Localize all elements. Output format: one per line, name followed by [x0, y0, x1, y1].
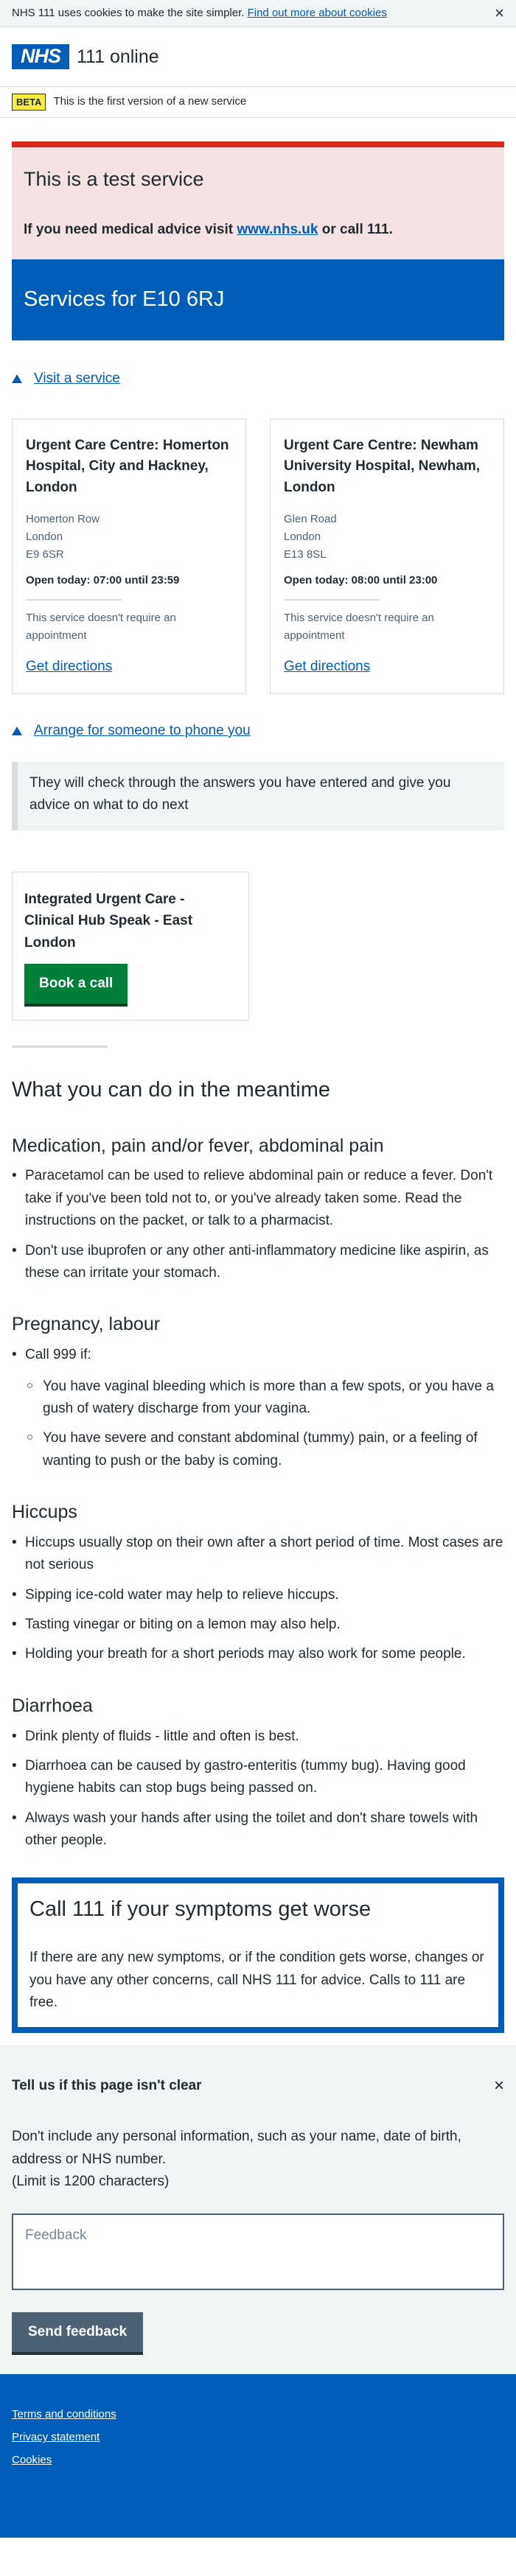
- service-card: Urgent Care Centre: Homerton Hospital, C…: [12, 418, 246, 695]
- test-service-text-after: or call 111.: [321, 221, 393, 237]
- list-item: Always wash your hands after using the t…: [12, 1807, 504, 1852]
- nhs-logo[interactable]: NHS: [12, 44, 69, 69]
- feedback-textarea[interactable]: Feedback: [12, 2213, 504, 2291]
- service-cards: Urgent Care Centre: Homerton Hospital, C…: [12, 418, 504, 695]
- sub-list-item: You have vaginal bleeding which is more …: [27, 1376, 504, 1421]
- call-service-card: Integrated Urgent Care - Clinical Hub Sp…: [12, 871, 249, 1021]
- feedback-hint-text: Don't include any personal information, …: [12, 2129, 461, 2167]
- service-name: 111 online: [77, 46, 159, 67]
- cookie-close-icon[interactable]: ×: [495, 5, 504, 21]
- advice-heading: Pregnancy, labour: [12, 1314, 161, 1335]
- sub-list-item: You have severe and constant abdominal (…: [27, 1427, 504, 1472]
- cookie-text: NHS 111 uses cookies to make the site si…: [12, 6, 245, 19]
- feedback-header: Tell us if this page isn't clear ×: [12, 2076, 504, 2096]
- phone-toggle[interactable]: Arrange for someone to phone you: [12, 721, 504, 741]
- advice-list: Drink plenty of fluids - little and ofte…: [12, 1726, 504, 1852]
- page-title: Services for E10 6RJ: [24, 287, 225, 312]
- care-card-header: Call 111 if your symptoms get worse: [18, 1883, 498, 1934]
- service-card: Urgent Care Centre: Newham University Ho…: [270, 418, 504, 695]
- advice-list: Hiccups usually stop on their own after …: [12, 1532, 504, 1666]
- advice-heading: Diarrhoea: [12, 1695, 93, 1716]
- service-name: Urgent Care Centre: Homerton Hospital, C…: [26, 437, 229, 496]
- arrange-call-link[interactable]: Arrange for someone to phone you: [34, 721, 251, 741]
- advice-list: Call 999 if: You have vaginal bleeding w…: [12, 1344, 504, 1472]
- feedback-hint: Don't include any personal information, …: [12, 2126, 504, 2193]
- test-service-title: This is a test service: [24, 168, 204, 190]
- test-service-text: If you need medical advice visit www.nhs…: [24, 220, 492, 240]
- divider: [26, 599, 122, 601]
- test-service-text-before: If you need medical advice visit: [24, 221, 234, 237]
- triangle-up-icon: [12, 727, 22, 736]
- site-header: NHS 111 online: [0, 27, 516, 87]
- services-banner: Services for E10 6RJ: [12, 259, 504, 340]
- visit-service-link[interactable]: Visit a service: [34, 368, 120, 389]
- list-item: Call 999 if: You have vaginal bleeding w…: [12, 1344, 504, 1472]
- cookie-info-link[interactable]: Find out more about cookies: [248, 7, 387, 19]
- list-item: Sipping ice-cold water may help to relie…: [12, 1584, 504, 1607]
- cookie-message: NHS 111 uses cookies to make the site si…: [12, 5, 387, 21]
- appointment-note: This service doesn't require an appointm…: [26, 612, 176, 643]
- beta-tag: BETA: [12, 93, 46, 111]
- book-call-button[interactable]: Book a call: [24, 964, 128, 1007]
- address-line: London: [284, 531, 321, 544]
- triangle-up-icon: [12, 374, 22, 383]
- feedback-title: Tell us if this page isn't clear: [12, 2078, 202, 2094]
- care-card-body: If there are any new symptoms, or if the…: [29, 1950, 484, 2010]
- list-item: Hiccups usually stop on their own after …: [12, 1532, 504, 1577]
- get-directions-link[interactable]: Get directions: [284, 659, 370, 674]
- feedback-limit-text: (Limit is 1200 characters): [12, 2174, 170, 2189]
- appointment-note: This service doesn't require an appointm…: [284, 612, 434, 643]
- get-directions-link[interactable]: Get directions: [26, 659, 112, 674]
- main-content: This is a test service If you need medic…: [0, 141, 516, 2034]
- divider: [284, 599, 380, 601]
- phase-banner: BETA This is the first version of a new …: [0, 87, 516, 118]
- list-item: Tasting vinegar or biting on a lemon may…: [12, 1614, 504, 1637]
- call-service-name: Integrated Urgent Care - Clinical Hub Sp…: [24, 891, 193, 951]
- footer-link-terms[interactable]: Terms and conditions: [12, 2407, 504, 2423]
- advice-list: Paracetamol can be used to relieve abdom…: [12, 1165, 504, 1284]
- address-line: E9 6SR: [26, 548, 64, 561]
- nhs-website-link[interactable]: www.nhs.uk: [237, 222, 318, 237]
- footer-link-privacy[interactable]: Privacy statement: [12, 2429, 504, 2446]
- meantime-heading: What you can do in the meantime: [12, 1078, 331, 1102]
- list-item: Paracetamol can be used to relieve abdom…: [12, 1165, 504, 1232]
- inset-text: They will check through the answers you …: [12, 762, 504, 830]
- address-line: London: [26, 531, 63, 544]
- feedback-section: Tell us if this page isn't clear × Don't…: [0, 2045, 516, 2375]
- list-item: Holding your breath for a short periods …: [12, 1643, 504, 1666]
- advice-heading: Medication, pain and/or fever, abdominal…: [12, 1135, 384, 1156]
- care-card-title: Call 111 if your symptoms get worse: [29, 1897, 372, 1921]
- opening-times: Open today: 08:00 until 23:00: [284, 574, 438, 587]
- list-item: Drink plenty of fluids - little and ofte…: [12, 1726, 504, 1749]
- service-name: Urgent Care Centre: Newham University Ho…: [284, 437, 481, 496]
- close-icon[interactable]: ×: [494, 2077, 504, 2095]
- address-line: Glen Road: [284, 513, 337, 526]
- test-service-callout: This is a test service If you need medic…: [12, 141, 504, 259]
- sub-list: You have vaginal bleeding which is more …: [27, 1376, 504, 1473]
- opening-times: Open today: 07:00 until 23:59: [26, 574, 180, 587]
- care-card: Call 111 if your symptoms get worse If t…: [12, 1877, 504, 2034]
- beta-text: This is the first version of a new servi…: [53, 95, 247, 108]
- site-footer: Terms and conditions Privacy statement C…: [0, 2374, 516, 2538]
- advice-section: Medication, pain and/or fever, abdominal…: [12, 1133, 504, 1852]
- advice-heading: Hiccups: [12, 1502, 77, 1523]
- service-address: Glen Road London E13 8SL: [284, 511, 490, 564]
- list-item-text: Call 999 if:: [25, 1347, 91, 1363]
- list-item: Don't use ibuprofen or any other anti-in…: [12, 1240, 504, 1285]
- visit-service-toggle[interactable]: Visit a service: [12, 368, 504, 389]
- footer-link-cookies[interactable]: Cookies: [12, 2452, 504, 2468]
- address-line: E13 8SL: [284, 548, 327, 561]
- cookie-banner: NHS 111 uses cookies to make the site si…: [0, 0, 516, 27]
- section-divider: [12, 1046, 108, 1049]
- address-line: Homerton Row: [26, 513, 100, 526]
- send-feedback-button[interactable]: Send feedback: [12, 2312, 144, 2356]
- service-address: Homerton Row London E9 6SR: [26, 511, 232, 564]
- list-item: Diarrhoea can be caused by gastro-enteri…: [12, 1755, 504, 1800]
